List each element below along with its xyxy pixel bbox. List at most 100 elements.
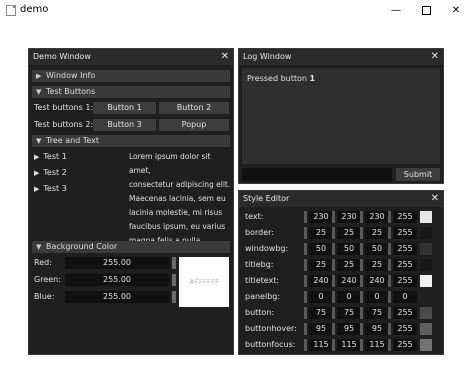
channel-slider[interactable] [304,227,307,239]
channel-input[interactable]: 95 [309,323,333,335]
color-swatch[interactable] [420,339,432,351]
channel-input[interactable]: 25 [337,227,361,239]
channel-slider[interactable] [332,243,335,255]
channel-input[interactable]: 25 [365,227,389,239]
channel-slider[interactable] [332,307,335,319]
green-input[interactable]: 255.00 [65,274,169,286]
button-1[interactable]: Button 1 [93,102,156,114]
channel-input[interactable]: 115 [337,339,361,351]
close-button[interactable]: ✕ [440,0,472,22]
channel-input[interactable]: 50 [337,243,361,255]
channel-input[interactable]: 25 [337,259,361,271]
color-swatch[interactable] [420,211,432,223]
channel-slider[interactable] [360,323,363,335]
blue-input[interactable]: 255.00 [65,291,169,303]
style-editor-close-icon[interactable]: ✕ [431,191,439,207]
channel-slider[interactable] [360,211,363,223]
channel-slider[interactable] [304,323,307,335]
channel-slider[interactable] [360,339,363,351]
color-swatch[interactable] [420,243,432,255]
channel-input[interactable]: 255 [393,339,417,351]
log-window-close-icon[interactable]: ✕ [431,49,439,65]
green-slider[interactable] [172,274,176,286]
channel-slider[interactable] [332,211,335,223]
channel-input[interactable]: 255 [393,243,417,255]
channel-input[interactable]: 230 [309,211,333,223]
channel-slider[interactable] [388,339,391,351]
red-input[interactable]: 255.00 [65,257,169,269]
channel-input[interactable]: 0 [365,291,389,303]
channel-slider[interactable] [388,291,391,303]
button-2[interactable]: Button 2 [159,102,229,114]
channel-input[interactable]: 115 [309,339,333,351]
channel-slider[interactable] [304,243,307,255]
channel-input[interactable]: 240 [337,275,361,287]
red-slider[interactable] [172,257,176,269]
color-swatch[interactable] [420,307,432,319]
tree-item[interactable]: ▶ Test 2 [34,167,67,179]
channel-input[interactable]: 0 [309,291,333,303]
channel-slider[interactable] [304,259,307,271]
channel-input[interactable]: 255 [393,259,417,271]
channel-slider[interactable] [360,307,363,319]
color-swatch[interactable] [420,275,432,287]
style-editor-titlebar[interactable]: Style Editor ✕ [239,191,443,207]
color-swatch[interactable] [420,323,432,335]
channel-slider[interactable] [332,323,335,335]
tree-item[interactable]: ▶ Test 3 [34,183,67,195]
channel-input[interactable]: 255 [393,275,417,287]
log-input[interactable] [242,168,392,181]
minimize-button[interactable]: — [380,0,412,22]
channel-slider[interactable] [304,275,307,287]
blue-slider[interactable] [172,291,176,303]
channel-slider[interactable] [332,227,335,239]
channel-slider[interactable] [388,243,391,255]
submit-button[interactable]: Submit [396,168,440,181]
channel-slider[interactable] [304,291,307,303]
channel-slider[interactable] [304,307,307,319]
channel-slider[interactable] [388,259,391,271]
channel-slider[interactable] [304,339,307,351]
button-3[interactable]: Button 3 [93,119,156,131]
channel-input[interactable]: 240 [365,275,389,287]
channel-slider[interactable] [332,275,335,287]
channel-input[interactable]: 95 [337,323,361,335]
background-color-header[interactable]: ▼ Background Color [32,241,230,253]
channel-slider[interactable] [388,227,391,239]
test-buttons-header[interactable]: ▼ Test Buttons [32,86,230,98]
channel-input[interactable]: 0 [393,291,417,303]
channel-input[interactable]: 255 [393,323,417,335]
log-window-titlebar[interactable]: Log Window ✕ [239,49,443,65]
channel-slider[interactable] [388,211,391,223]
channel-slider[interactable] [332,291,335,303]
channel-slider[interactable] [388,307,391,319]
channel-input[interactable]: 95 [365,323,389,335]
channel-input[interactable]: 0 [337,291,361,303]
channel-input[interactable]: 75 [365,307,389,319]
channel-slider[interactable] [360,243,363,255]
popup-button[interactable]: Popup [159,119,229,131]
channel-input[interactable]: 50 [309,243,333,255]
channel-slider[interactable] [332,259,335,271]
channel-slider[interactable] [360,227,363,239]
color-swatch[interactable] [420,259,432,271]
channel-input[interactable]: 25 [365,259,389,271]
demo-window-titlebar[interactable]: Demo Window ✕ [29,49,233,65]
channel-input[interactable]: 255 [393,211,417,223]
channel-input[interactable]: 230 [365,211,389,223]
channel-input[interactable]: 255 [393,307,417,319]
tree-and-text-header[interactable]: ▼ Tree and Text [32,135,230,147]
window-info-header[interactable]: ▶ Window Info [32,70,230,82]
channel-input[interactable]: 230 [337,211,361,223]
channel-input[interactable]: 240 [309,275,333,287]
channel-slider[interactable] [304,211,307,223]
channel-input[interactable]: 75 [309,307,333,319]
channel-slider[interactable] [360,291,363,303]
channel-slider[interactable] [332,339,335,351]
channel-slider[interactable] [388,323,391,335]
channel-input[interactable]: 25 [309,227,333,239]
channel-slider[interactable] [360,275,363,287]
channel-slider[interactable] [360,259,363,271]
maximize-button[interactable] [410,0,442,22]
channel-input[interactable]: 50 [365,243,389,255]
